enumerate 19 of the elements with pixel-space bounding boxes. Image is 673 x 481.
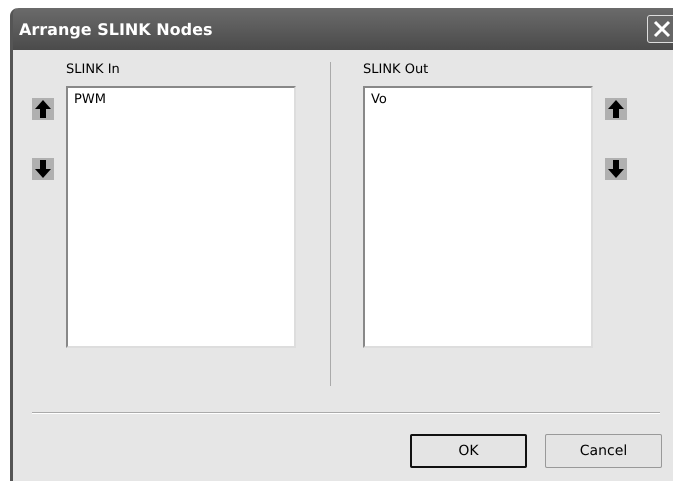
list-label: SLINK Out [363, 62, 430, 79]
close-button[interactable] [647, 15, 673, 43]
down-arrow-icon [608, 160, 624, 178]
cancel-button[interactable]: Cancel [545, 434, 662, 468]
close-icon [653, 20, 671, 38]
list-box[interactable]: Vo [363, 86, 593, 348]
ok-button[interactable]: OK [410, 434, 527, 468]
list-item[interactable]: Vo [371, 92, 585, 107]
move-up-button[interactable] [32, 98, 54, 120]
move-down-button[interactable] [605, 158, 627, 180]
up-arrow-icon [35, 100, 51, 118]
up-arrow-icon [608, 100, 624, 118]
window-title: Arrange SLINK Nodes [19, 20, 214, 38]
list-label: SLINK In [66, 62, 121, 79]
down-arrow-icon [35, 160, 51, 178]
move-up-button[interactable] [605, 98, 627, 120]
move-down-button[interactable] [32, 158, 54, 180]
list-box[interactable]: PWM [66, 86, 296, 348]
list-item[interactable]: PWM [74, 92, 288, 107]
